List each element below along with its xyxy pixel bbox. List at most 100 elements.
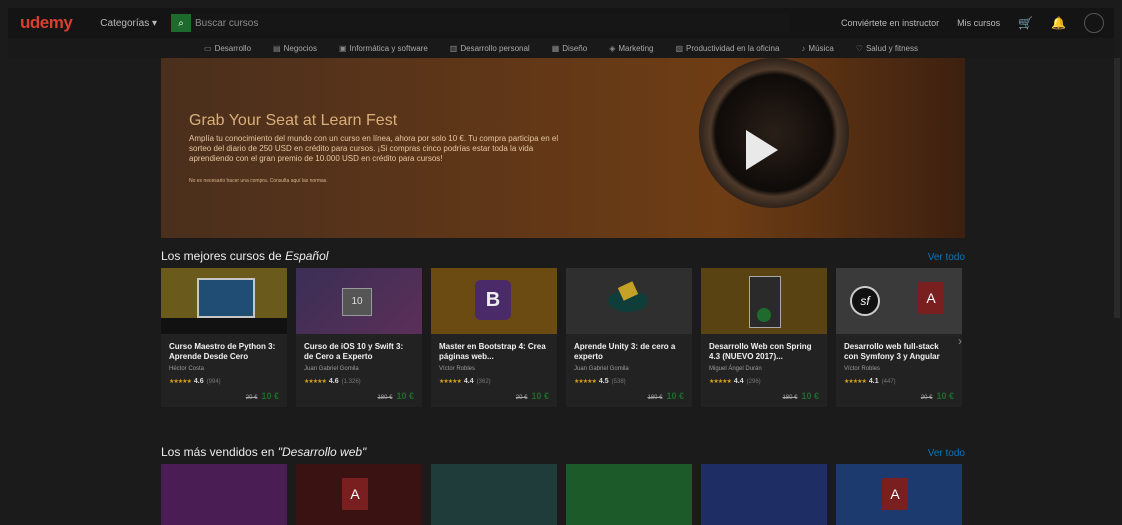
promo-banner[interactable]: Grab Your Seat at Learn Fest Amplía tu c… <box>161 58 965 238</box>
course-card[interactable]: B Master en Bootstrap 4: Crea páginas we… <box>431 268 557 407</box>
carousel-next-chevron-icon[interactable]: › <box>958 334 962 348</box>
banner-text: Amplía tu conocimiento del mundo con un … <box>189 134 559 163</box>
course-title: Aprende Unity 3: de cero a experto <box>574 342 676 361</box>
course-rating: ★★★★★ 4.6 (994) <box>169 378 221 385</box>
see-all-link[interactable]: Ver todo <box>928 448 965 459</box>
course-thumbnail <box>566 464 692 525</box>
course-rating: ★★★★★ 4.1 (447) <box>844 378 896 385</box>
course-card[interactable]: A <box>836 464 962 525</box>
course-author: Juan Gabriel Gomila <box>304 366 359 372</box>
briefcase-icon: ▤ <box>273 43 281 53</box>
search-input[interactable] <box>191 14 790 32</box>
course-card[interactable]: sf A Desarrollo web full-stack con Symfo… <box>836 268 962 407</box>
top-bar: udemy Categorías ▾ ⌕ Conviértete en inst… <box>8 8 1114 38</box>
course-title: Master en Bootstrap 4: Crea páginas web.… <box>439 342 546 361</box>
symfony-logo-icon: sf <box>850 286 880 316</box>
udemy-logo[interactable]: udemy <box>20 13 73 33</box>
course-thumbnail: A <box>296 464 422 525</box>
course-thumbnail <box>701 464 827 525</box>
nav-item-desarrollo[interactable]: ▭ Desarrollo <box>204 44 251 53</box>
section-best-spanish-header: Los mejores cursos de Español Ver todo <box>161 249 965 263</box>
course-price: 20 €10 € <box>515 391 549 401</box>
section-bestsellers-web-header: Los más vendidos en "Desarrollo web" Ver… <box>161 445 965 459</box>
megaphone-icon: ◈ <box>609 43 616 53</box>
nav-item-diseno[interactable]: ▦ Diseño <box>552 44 587 53</box>
course-thumbnail: sf A <box>836 268 962 334</box>
course-thumbnail <box>701 268 827 334</box>
course-card[interactable]: A <box>296 464 422 525</box>
ios-10-icon: 10 <box>342 288 372 316</box>
category-nav: ▭ Desarrollo ▤ Negocios ▣ Informática y sof… <box>8 38 1114 58</box>
become-instructor-link[interactable]: Conviértete en instructor <box>841 18 939 28</box>
categories-menu[interactable]: Categorías ▾ <box>100 18 157 29</box>
course-price: 180 €10 € <box>647 391 684 401</box>
course-card[interactable]: Curso Maestro de Python 3: Aprende Desde… <box>161 268 287 407</box>
stars-icon: ★★★★★ <box>169 379 192 385</box>
course-thumbnail: B <box>431 268 557 334</box>
nav-item-negocios[interactable]: ▤ Negocios <box>273 44 317 53</box>
course-author: Juan Gabriel Gomila <box>574 366 629 372</box>
course-thumbnail: 10 <box>296 268 422 334</box>
music-icon: ♪ <box>801 43 806 53</box>
course-rating: ★★★★★ 4.4 (296) <box>709 378 761 385</box>
course-title: Curso Maestro de Python 3: Aprende Desde… <box>169 342 276 361</box>
course-card[interactable] <box>701 464 827 525</box>
stars-icon: ★★★★★ <box>304 379 327 385</box>
search-icon[interactable]: ⌕ <box>171 14 192 32</box>
code-icon: ▭ <box>204 43 212 53</box>
page-scrollbar[interactable] <box>1114 58 1120 318</box>
course-thumbnail: A <box>836 464 962 525</box>
banner-terms-link[interactable]: No es necesario hacer una compra. Consul… <box>189 178 328 184</box>
nav-item-musica[interactable]: ♪ Música <box>801 44 833 53</box>
course-thumbnail <box>161 464 287 525</box>
course-rating: ★★★★★ 4.4 (362) <box>439 378 491 385</box>
course-card[interactable]: Desarrollo Web con Spring 4.3 (NUEVO 201… <box>701 268 827 407</box>
person-icon: ▥ <box>449 43 458 53</box>
course-author: Héctor Costa <box>169 366 205 372</box>
section-title: Los mejores cursos de Español <box>161 249 329 263</box>
course-carousel-1: Curso Maestro de Python 3: Aprende Desde… <box>161 268 965 407</box>
cart-icon[interactable]: 🛒 <box>1018 16 1033 30</box>
nav-item-marketing[interactable]: ◈ Marketing <box>609 44 653 53</box>
course-rating: ★★★★★ 4.5 (538) <box>574 378 626 385</box>
course-thumbnail <box>566 268 692 334</box>
course-author: Víctor Robles <box>844 366 881 372</box>
angular-logo-icon: A <box>882 478 908 510</box>
nav-item-salud[interactable]: ♡ Salud y fitness <box>856 44 918 53</box>
course-title: Desarrollo web full-stack con Symfony 3 … <box>844 342 940 361</box>
pen-icon: ▦ <box>551 43 560 53</box>
notification-bell-icon[interactable]: 🔔 <box>1051 16 1066 30</box>
angular-logo-icon: A <box>342 478 368 510</box>
banner-title: Grab Your Seat at Learn Fest <box>189 112 398 129</box>
see-all-link[interactable]: Ver todo <box>928 252 965 263</box>
stars-icon: ★★★★★ <box>844 379 867 385</box>
nav-item-informatica[interactable]: ▣ Informática y software <box>339 44 428 53</box>
stars-icon: ★★★★★ <box>709 379 732 385</box>
play-icon[interactable] <box>746 130 778 170</box>
course-card[interactable] <box>161 464 287 525</box>
course-title: Desarrollo Web con Spring 4.3 (NUEVO 201… <box>709 342 812 361</box>
bootstrap-logo-icon: B <box>475 280 511 320</box>
nav-item-productividad[interactable]: ▧ Productividad en la oficina <box>675 44 779 53</box>
course-thumbnail <box>431 464 557 525</box>
course-rating: ★★★★★ 4.6 (1.326) <box>304 378 361 385</box>
section-title: Los más vendidos en "Desarrollo web" <box>161 445 367 459</box>
avatar[interactable] <box>1084 13 1104 33</box>
my-courses-link[interactable]: Mis cursos <box>957 18 1000 28</box>
course-card[interactable]: Aprende Unity 3: de cero a experto Juan … <box>566 268 692 407</box>
computer-icon: ▣ <box>338 43 347 53</box>
search-bar: ⌕ <box>171 14 790 32</box>
course-title: Curso de iOS 10 y Swift 3: de Cero a Exp… <box>304 342 404 361</box>
nav-item-desarrollo-personal[interactable]: ▥ Desarrollo personal <box>450 44 530 53</box>
course-author: Víctor Robles <box>439 366 476 372</box>
course-card[interactable] <box>566 464 692 525</box>
course-card[interactable]: 10 Curso de iOS 10 y Swift 3: de Cero a … <box>296 268 422 407</box>
course-price: 180 €10 € <box>377 391 414 401</box>
monitor-icon: ▧ <box>675 43 684 53</box>
course-thumbnail <box>161 268 287 334</box>
stars-icon: ★★★★★ <box>439 379 462 385</box>
course-carousel-2: A A <box>161 464 965 525</box>
course-price: 20 €10 € <box>245 391 279 401</box>
top-right-actions: Conviértete en instructor Mis cursos 🛒 🔔 <box>841 13 1104 33</box>
course-card[interactable] <box>431 464 557 525</box>
